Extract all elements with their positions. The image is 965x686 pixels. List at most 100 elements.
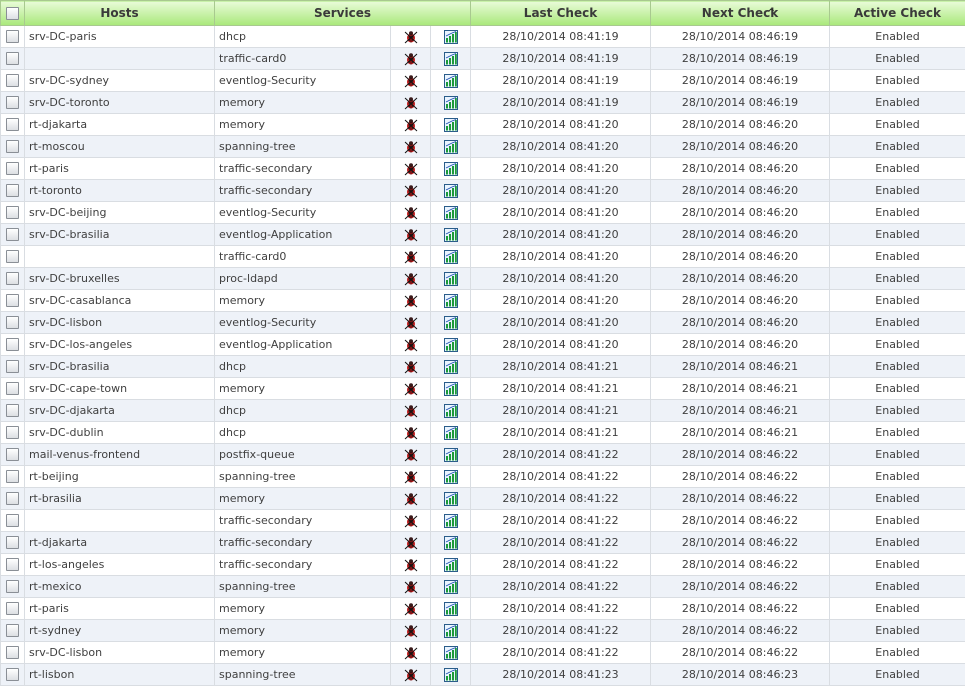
service-name[interactable]: memory [215,114,391,136]
service-name[interactable]: traffic-secondary [215,532,391,554]
service-name[interactable]: memory [215,488,391,510]
row-checkbox[interactable] [6,360,19,373]
performance-graph-icon[interactable] [444,118,458,132]
host-name[interactable]: srv-DC-toronto [25,92,215,114]
bug-schedule-icon[interactable] [404,514,418,528]
row-checkbox[interactable] [6,536,19,549]
row-checkbox[interactable] [6,96,19,109]
performance-graph-icon[interactable] [444,448,458,462]
performance-graph-icon[interactable] [444,514,458,528]
row-checkbox[interactable] [6,514,19,527]
bug-schedule-icon[interactable] [404,360,418,374]
bug-schedule-icon[interactable] [404,74,418,88]
bug-schedule-icon[interactable] [404,602,418,616]
service-name[interactable]: traffic-secondary [215,510,391,532]
bug-schedule-icon[interactable] [404,470,418,484]
performance-graph-icon[interactable] [444,52,458,66]
host-name[interactable]: srv-DC-cape-town [25,378,215,400]
bug-schedule-icon[interactable] [404,426,418,440]
performance-graph-icon[interactable] [444,382,458,396]
host-name[interactable]: srv-DC-casablanca [25,290,215,312]
host-name[interactable]: rt-moscou [25,136,215,158]
bug-schedule-icon[interactable] [404,404,418,418]
row-checkbox[interactable] [6,338,19,351]
service-name[interactable]: spanning-tree [215,136,391,158]
service-name[interactable]: traffic-card0 [215,48,391,70]
row-checkbox[interactable] [6,250,19,263]
performance-graph-icon[interactable] [444,316,458,330]
service-name[interactable]: dhcp [215,422,391,444]
bug-schedule-icon[interactable] [404,52,418,66]
host-name[interactable] [25,246,215,268]
performance-graph-icon[interactable] [444,426,458,440]
performance-graph-icon[interactable] [444,360,458,374]
performance-graph-icon[interactable] [444,140,458,154]
host-name[interactable]: srv-DC-los-angeles [25,334,215,356]
column-last-check[interactable]: Last Check [471,1,651,26]
service-name[interactable]: proc-ldapd [215,268,391,290]
host-name[interactable]: srv-DC-beijing [25,202,215,224]
host-name[interactable]: rt-paris [25,598,215,620]
row-checkbox[interactable] [6,206,19,219]
row-checkbox[interactable] [6,624,19,637]
performance-graph-icon[interactable] [444,338,458,352]
performance-graph-icon[interactable] [444,250,458,264]
performance-graph-icon[interactable] [444,206,458,220]
service-name[interactable]: eventlog-Application [215,224,391,246]
host-name[interactable]: rt-djakarta [25,532,215,554]
row-checkbox[interactable] [6,668,19,681]
row-checkbox[interactable] [6,646,19,659]
row-checkbox[interactable] [6,228,19,241]
bug-schedule-icon[interactable] [404,492,418,506]
service-name[interactable]: memory [215,92,391,114]
bug-schedule-icon[interactable] [404,30,418,44]
host-name[interactable]: rt-beijing [25,466,215,488]
bug-schedule-icon[interactable] [404,228,418,242]
bug-schedule-icon[interactable] [404,250,418,264]
service-name[interactable]: traffic-secondary [215,158,391,180]
performance-graph-icon[interactable] [444,602,458,616]
host-name[interactable]: rt-brasilia [25,488,215,510]
service-name[interactable]: memory [215,378,391,400]
service-name[interactable]: eventlog-Security [215,70,391,92]
service-name[interactable]: dhcp [215,400,391,422]
column-next-check[interactable]: Next Check^ [651,1,830,26]
performance-graph-icon[interactable] [444,624,458,638]
bug-schedule-icon[interactable] [404,448,418,462]
row-checkbox[interactable] [6,118,19,131]
bug-schedule-icon[interactable] [404,118,418,132]
bug-schedule-icon[interactable] [404,272,418,286]
column-services[interactable]: Services [215,1,471,26]
row-checkbox[interactable] [6,448,19,461]
host-name[interactable]: srv-DC-brasilia [25,224,215,246]
performance-graph-icon[interactable] [444,404,458,418]
host-name[interactable]: srv-DC-dublin [25,422,215,444]
service-name[interactable]: traffic-card0 [215,246,391,268]
row-checkbox[interactable] [6,580,19,593]
column-active-check[interactable]: Active Check [830,1,965,26]
bug-schedule-icon[interactable] [404,536,418,550]
performance-graph-icon[interactable] [444,646,458,660]
performance-graph-icon[interactable] [444,470,458,484]
host-name[interactable]: srv-DC-lisbon [25,642,215,664]
row-checkbox[interactable] [6,558,19,571]
service-name[interactable]: dhcp [215,26,391,48]
row-checkbox[interactable] [6,470,19,483]
service-name[interactable]: memory [215,290,391,312]
row-checkbox[interactable] [6,602,19,615]
bug-schedule-icon[interactable] [404,96,418,110]
bug-schedule-icon[interactable] [404,646,418,660]
performance-graph-icon[interactable] [444,74,458,88]
host-name[interactable]: srv-DC-bruxelles [25,268,215,290]
service-name[interactable]: traffic-secondary [215,554,391,576]
bug-schedule-icon[interactable] [404,206,418,220]
service-name[interactable]: spanning-tree [215,466,391,488]
service-name[interactable]: eventlog-Application [215,334,391,356]
bug-schedule-icon[interactable] [404,294,418,308]
row-checkbox[interactable] [6,272,19,285]
host-name[interactable] [25,48,215,70]
performance-graph-icon[interactable] [444,558,458,572]
host-name[interactable]: rt-mexico [25,576,215,598]
performance-graph-icon[interactable] [444,294,458,308]
service-name[interactable]: dhcp [215,356,391,378]
